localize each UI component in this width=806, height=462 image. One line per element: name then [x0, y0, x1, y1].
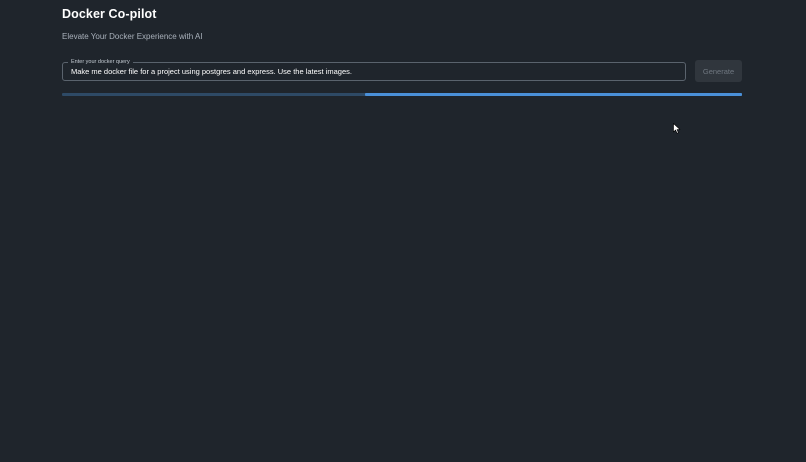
progress-bar — [62, 93, 742, 96]
generate-button[interactable]: Generate — [695, 60, 742, 82]
app-window: Docker Co-pilot Elevate Your Docker Expe… — [0, 0, 806, 462]
mouse-pointer-icon — [673, 123, 681, 134]
progress-bar-fill — [364, 93, 742, 96]
page-title: Docker Co-pilot — [62, 7, 157, 21]
query-input[interactable]: Make me docker file for a project using … — [63, 63, 685, 80]
page-subtitle: Elevate Your Docker Experience with AI — [62, 32, 203, 41]
query-field[interactable]: Enter your docker query Make me docker f… — [62, 58, 686, 81]
